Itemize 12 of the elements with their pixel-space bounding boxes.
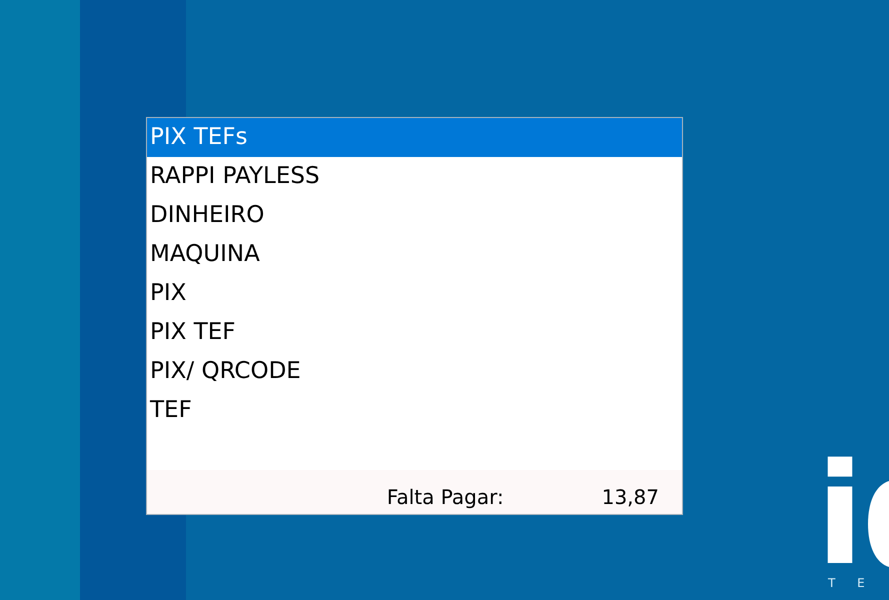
payment-option[interactable]: PIX bbox=[147, 274, 682, 313]
payment-option[interactable]: PIX TEF bbox=[147, 313, 682, 352]
balance-value: 13,87 bbox=[602, 484, 659, 511]
balance-label: Falta Pagar: bbox=[386, 484, 504, 511]
payment-option[interactable]: MAQUINA bbox=[147, 235, 682, 274]
payment-option[interactable]: PIX/ QRCODE bbox=[147, 352, 682, 391]
payment-option[interactable]: TEF bbox=[147, 391, 682, 430]
payment-option[interactable]: PIX TEFs bbox=[147, 118, 682, 157]
logo-letter: i bbox=[816, 459, 864, 574]
logo-tagline: T E bbox=[828, 576, 874, 590]
payment-option[interactable]: RAPPI PAYLESS bbox=[147, 157, 682, 196]
payment-option[interactable]: DINHEIRO bbox=[147, 196, 682, 235]
